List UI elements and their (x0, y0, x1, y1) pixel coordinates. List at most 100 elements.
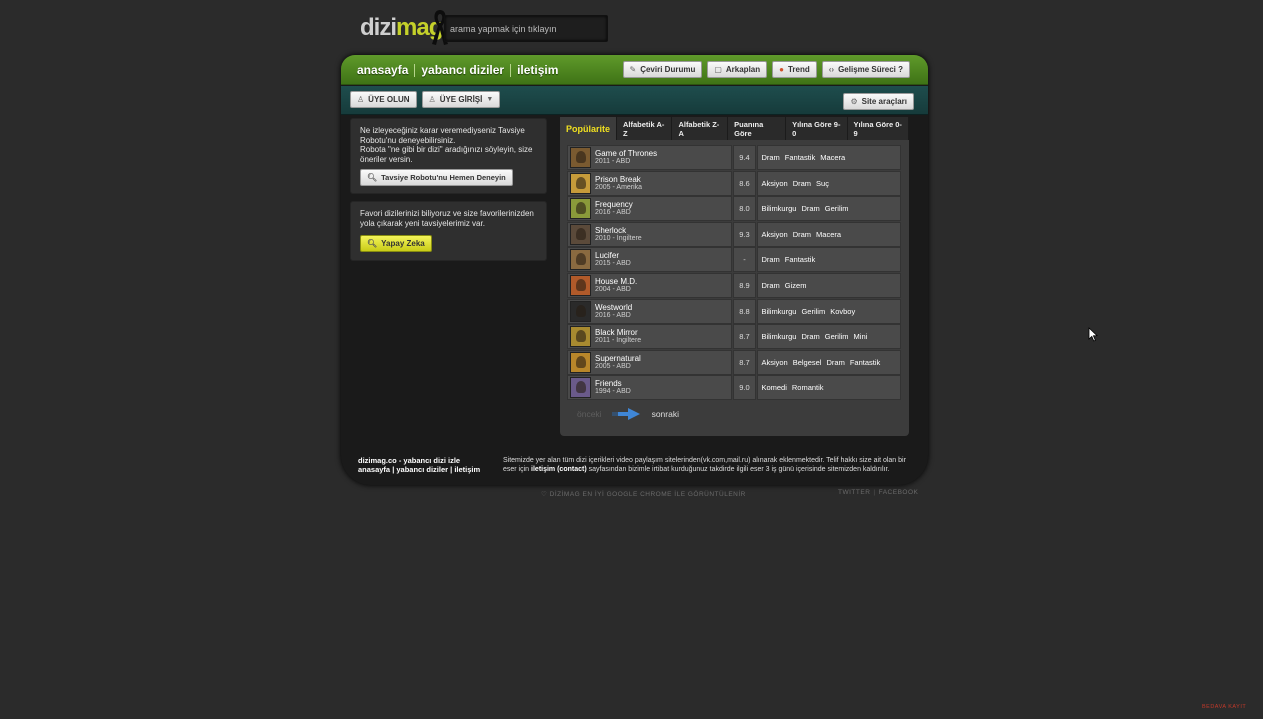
tab-yılına-göre-0-9[interactable]: Yılına Göre 0-9 (847, 117, 909, 140)
genre-link[interactable]: Dram (761, 255, 779, 264)
series-title-cell[interactable]: Lucifer 2015 - ABD (567, 247, 732, 273)
genre-link[interactable]: Gerilim (825, 204, 849, 213)
tab-popülarite[interactable]: Popülarite (560, 117, 618, 140)
next-page-link[interactable]: sonraki (652, 409, 679, 419)
genre-link[interactable]: Belgesel (793, 358, 822, 367)
series-title[interactable]: Supernatural (595, 354, 641, 363)
genre-link[interactable]: Fantastik (785, 153, 815, 162)
series-thumbnail[interactable] (570, 198, 591, 220)
genre-link[interactable]: Fantastik (785, 255, 815, 264)
genre-link[interactable]: Gerilim (801, 307, 825, 316)
series-thumbnail[interactable] (570, 249, 591, 271)
series-thumbnail[interactable] (570, 326, 591, 348)
genre-link[interactable]: Mini (854, 332, 868, 341)
genre-link[interactable]: Dram (793, 230, 811, 239)
genre-link[interactable]: Komedi (761, 383, 786, 392)
series-thumbnail[interactable] (570, 172, 591, 194)
series-year-country: 2010 - İngiltere (595, 234, 642, 242)
series-thumbnail[interactable] (570, 274, 591, 296)
robot-text-1: Ne izleyeceğiniz karar veremediyseniz Ta… (360, 126, 525, 145)
genre-link[interactable]: Dram (826, 358, 844, 367)
genre-link[interactable]: Dram (801, 332, 819, 341)
search-input[interactable] (450, 20, 600, 38)
series-title[interactable]: Westworld (595, 303, 632, 312)
series-title-cell[interactable]: Friends 1994 - ABD (567, 375, 732, 401)
series-thumbnail[interactable] (570, 300, 591, 322)
genre-link[interactable]: Aksiyon (761, 230, 787, 239)
genre-link[interactable]: Dram (801, 204, 819, 213)
genre-link[interactable]: Romantik (792, 383, 824, 392)
tab-alfabetik-z-a[interactable]: Alfabetik Z-A (672, 117, 729, 140)
footer-links[interactable]: anasayfa | yabancı diziler | iletişim (358, 465, 480, 474)
series-thumbnail[interactable] (570, 351, 591, 373)
series-title-cell[interactable]: Sherlock 2010 - İngiltere (567, 221, 732, 247)
tab-alfabetik-a-z[interactable]: Alfabetik A-Z (617, 117, 673, 140)
series-title-cell[interactable]: House M.D. 2004 - ABD (567, 272, 732, 298)
series-thumbnail[interactable] (570, 147, 591, 168)
series-title[interactable]: Friends (595, 379, 631, 388)
genre-link[interactable]: Macera (816, 230, 841, 239)
genre-link[interactable]: Bilimkurgu (761, 332, 796, 341)
series-title[interactable]: House M.D. (595, 277, 637, 286)
genre-link[interactable]: Kovboy (830, 307, 855, 316)
series-genres: Aksiyon Dram Macera (757, 221, 902, 247)
nav-foreign-series[interactable]: yabancı diziler (421, 63, 504, 77)
background-button[interactable]: ▢ Arkaplan (707, 61, 768, 78)
twitter-link[interactable]: TWITTER (838, 489, 870, 496)
series-title[interactable]: Frequency (595, 200, 633, 209)
tab-puanına-göre[interactable]: Puanına Göre (728, 117, 787, 140)
genre-link[interactable]: Suç (816, 179, 829, 188)
footer-site-name[interactable]: dizimag.co - yabancı dizi izle (358, 456, 480, 465)
translation-status-button[interactable]: ✎ Çeviri Durumu (622, 61, 703, 78)
series-thumbnail[interactable] (570, 377, 591, 399)
tab-yılına-göre-9-0[interactable]: Yılına Göre 9-0 (786, 117, 848, 140)
genre-link[interactable]: Fantastik (850, 358, 880, 367)
trend-button[interactable]: ● Trend (772, 61, 817, 78)
top-buttons: ✎ Çeviri Durumu ▢ Arkaplan ● Trend ‹› Gelişm… (622, 61, 910, 78)
series-year-country: 2011 - İngiltere (595, 337, 642, 345)
series-genres: Bilimkurgu Gerilim Kovboy (757, 298, 902, 324)
development-process-button[interactable]: ‹› Gelişme Süreci ? (821, 61, 910, 78)
series-title-cell[interactable]: Game of Thrones 2011 - ABD (567, 145, 732, 170)
facebook-link[interactable]: FACEBOOK (879, 489, 919, 496)
genre-link[interactable]: Dram (761, 153, 779, 162)
series-title[interactable]: Game of Thrones (595, 149, 657, 158)
series-title[interactable]: Sherlock (595, 226, 642, 235)
genre-link[interactable]: Dram (761, 281, 779, 290)
arrow-right-icon[interactable] (611, 408, 642, 420)
series-thumbnail[interactable] (570, 223, 591, 245)
try-robot-button[interactable]: 🔍︎ Tavsiye Robotu'nu Hemen Deneyin (360, 169, 513, 186)
button-label: ÜYE OLUN (368, 95, 410, 104)
site-tools-button[interactable]: ⚙ Site araçları (843, 93, 914, 110)
series-score: 9.3 (732, 221, 757, 247)
disclaimer-text: sayfasından bizimle irtibat kurduğunuz t… (588, 466, 890, 473)
series-title[interactable]: Black Mirror (595, 328, 641, 337)
genre-link[interactable]: Aksiyon (761, 358, 787, 367)
genre-link[interactable]: Bilimkurgu (761, 307, 796, 316)
genre-link[interactable]: Aksiyon (761, 179, 787, 188)
series-text: Black Mirror 2011 - İngiltere (595, 328, 641, 345)
genre-link[interactable]: Gizem (785, 281, 807, 290)
series-title[interactable]: Prison Break (595, 175, 642, 184)
genre-link[interactable]: Gerilim (825, 332, 849, 341)
signup-button[interactable]: ♙ ÜYE OLUN (350, 91, 417, 108)
series-title[interactable]: Lucifer (595, 251, 631, 260)
series-text: Supernatural 2005 - ABD (595, 354, 641, 371)
series-title-cell[interactable]: Prison Break 2005 - Amerika (567, 170, 732, 196)
series-title-cell[interactable]: Frequency 2016 - ABD (567, 196, 732, 222)
ai-button[interactable]: 🔍︎ Yapay Zeka (360, 235, 432, 252)
login-button[interactable]: ♙ ÜYE GİRİŞİ ▼ (421, 91, 501, 108)
robot-text-2: Robota "ne gibi bir dizi" aradığınızı sö… (360, 145, 533, 164)
genre-link[interactable]: Bilimkurgu (761, 204, 796, 213)
nav-home[interactable]: anasayfa (357, 63, 408, 77)
genre-link[interactable]: Macera (820, 153, 845, 162)
nav-contact[interactable]: iletişim (517, 63, 558, 77)
series-title-cell[interactable]: Black Mirror 2011 - İngiltere (567, 324, 732, 350)
genre-link[interactable]: Dram (793, 179, 811, 188)
footer-left: dizimag.co - yabancı dizi izle anasayfa … (358, 456, 480, 474)
series-title-cell[interactable]: Supernatural 2005 - ABD (567, 349, 732, 375)
series-title-cell[interactable]: Westworld 2016 - ABD (567, 298, 732, 324)
prev-page-link[interactable]: önceki (577, 409, 602, 419)
contact-link[interactable]: iletişim (contact) (531, 466, 587, 473)
top-nav-bar: anasayfa yabancı diziler iletişim ✎ Çevir… (341, 55, 928, 85)
